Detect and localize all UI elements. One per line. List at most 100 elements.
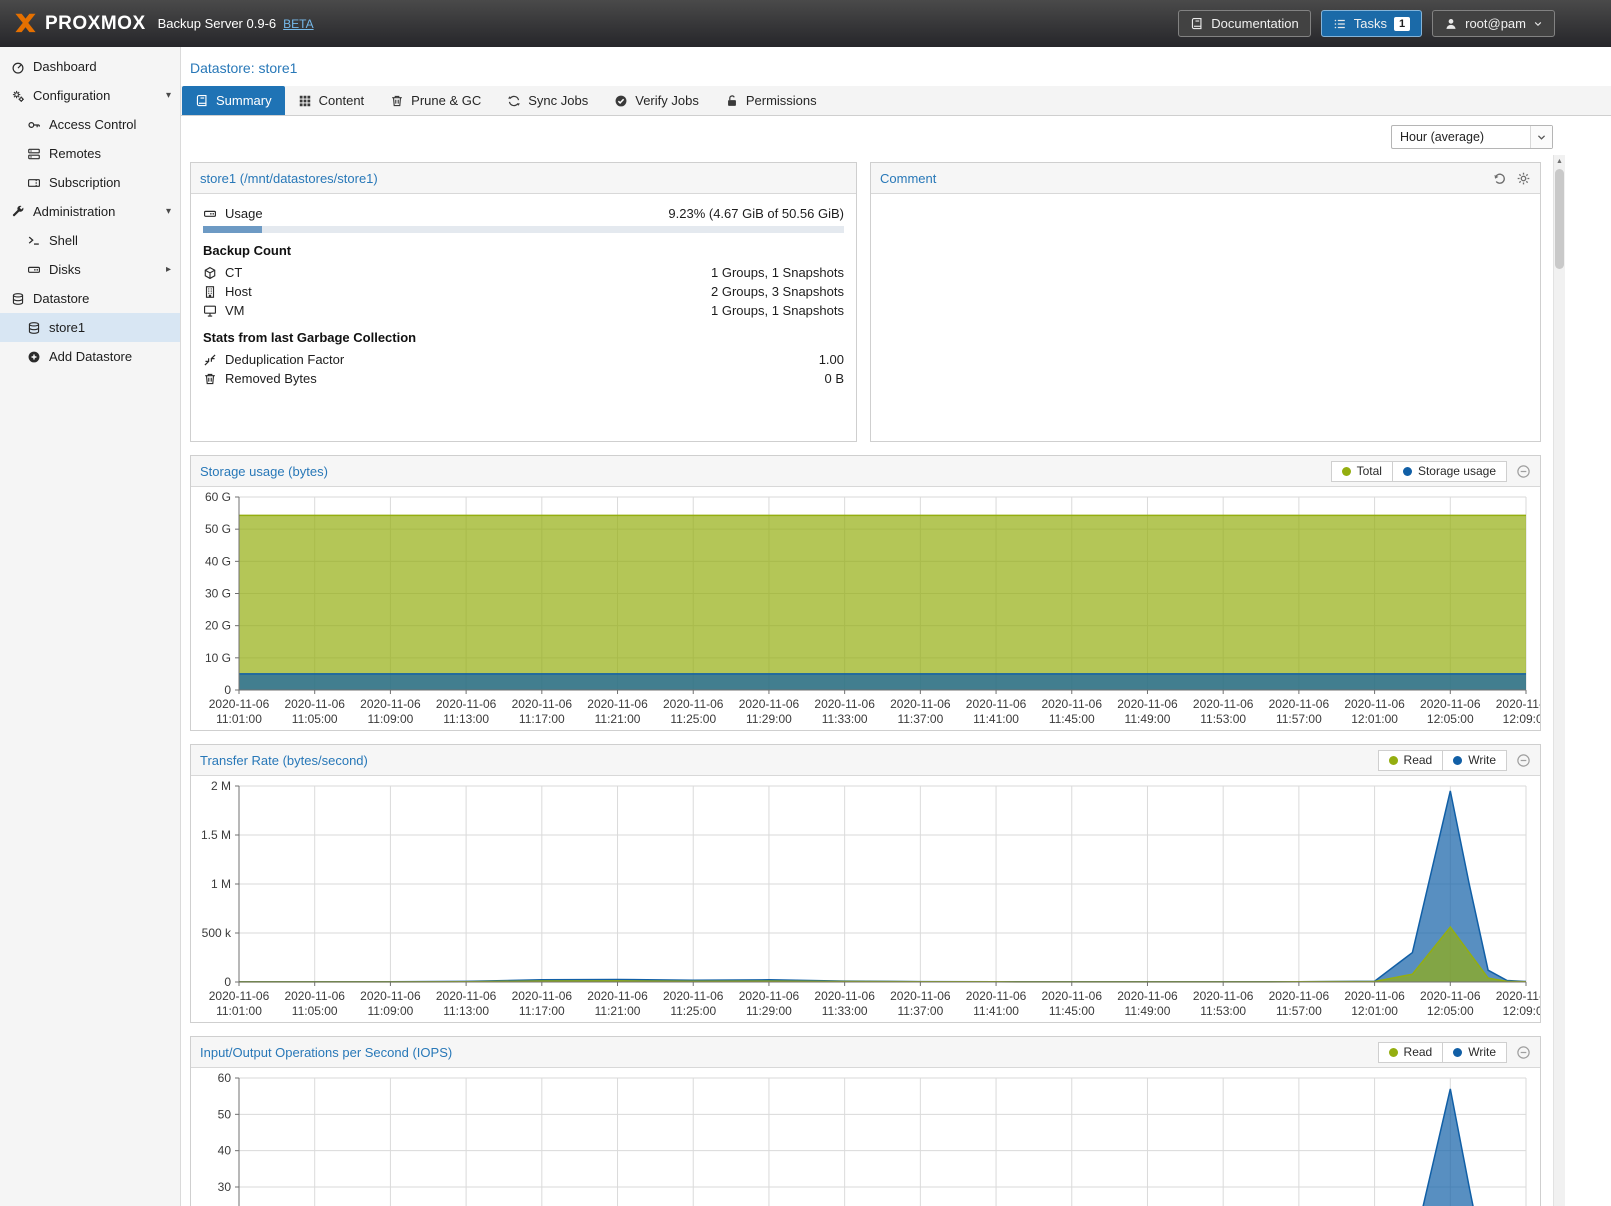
svg-text:2020-11-06: 2020-11-06 [1193,697,1254,711]
cube-icon [203,266,217,280]
legend-dot [1453,1048,1462,1057]
tab-summary[interactable]: Summary [182,86,285,115]
book-icon [195,94,209,108]
panel-header: store1 (/mnt/datastores/store1) [191,163,856,194]
svg-text:11:13:00: 11:13:00 [443,712,489,726]
svg-text:11:33:00: 11:33:00 [822,1004,868,1018]
tab-label: Prune & GC [411,93,481,108]
tab-content[interactable]: Content [285,86,378,115]
expander-down-icon[interactable]: ▾ [166,90,171,101]
collapse-icon[interactable] [1516,464,1531,479]
svg-text:11:25:00: 11:25:00 [670,712,716,726]
legend-label: Write [1468,753,1496,767]
database-icon [27,321,41,335]
svg-text:2020-11-06: 2020-11-06 [1269,697,1330,711]
chart-legend: Read Write [1378,1042,1507,1063]
sidebar-item-label: Access Control [49,117,136,132]
info-row-ct: CT1 Groups, 1 Snapshots [203,263,844,282]
trash-icon [203,372,217,386]
collapse-icon[interactable] [1516,1045,1531,1060]
backup-count-title: Backup Count [203,243,844,258]
legend-item-write[interactable]: Write [1442,750,1507,771]
unlock-icon [725,94,739,108]
svg-text:2020-11-06: 2020-11-06 [966,989,1027,1003]
ticket-icon [27,176,41,190]
info-row-deduplication-factor: Deduplication Factor1.00 [203,350,844,369]
documentation-button[interactable]: Documentation [1178,10,1310,37]
legend-dot [1403,467,1412,476]
scrollbar-thumb[interactable] [1555,169,1564,269]
tab-label: Summary [216,93,272,108]
svg-text:20 G: 20 G [205,619,231,633]
legend-item-write[interactable]: Write [1442,1042,1507,1063]
svg-text:11:29:00: 11:29:00 [746,1004,792,1018]
tab-sync-jobs[interactable]: Sync Jobs [494,86,601,115]
sidebar-item-add-datastore[interactable]: Add Datastore [0,342,180,371]
vertical-scrollbar[interactable]: ▲ [1553,155,1565,1206]
sidebar-item-access-control[interactable]: Access Control [0,110,180,139]
svg-text:10 G: 10 G [205,651,231,665]
expander-down-icon[interactable]: ▾ [166,206,171,217]
legend-item-read[interactable]: Read [1378,750,1444,771]
sidebar-item-label: Remotes [49,146,101,161]
revert-icon[interactable] [1492,171,1507,186]
sidebar-item-configuration[interactable]: Configuration▾ [0,81,180,110]
user-menu-button[interactable]: root@pam [1432,10,1555,37]
svg-text:2020-11-06: 2020-11-06 [1344,697,1405,711]
svg-text:2020-11-06: 2020-11-06 [360,989,421,1003]
svg-text:30: 30 [218,1180,232,1194]
svg-text:2020-11-06: 2020-11-06 [663,989,724,1003]
svg-text:11:09:00: 11:09:00 [367,712,413,726]
svg-text:2020-11-06: 2020-11-06 [1269,989,1330,1003]
info-label: VM [225,303,245,318]
legend-dot [1389,1048,1398,1057]
tab-label: Content [319,93,365,108]
svg-text:2020-11-06: 2020-11-06 [587,989,648,1003]
legend-item-read[interactable]: Read [1378,1042,1444,1063]
tasks-button[interactable]: Tasks 1 [1321,10,1422,37]
trash-icon [390,94,404,108]
sidebar-item-remotes[interactable]: Remotes [0,139,180,168]
check-circle-icon [614,94,628,108]
svg-text:11:53:00: 11:53:00 [1200,712,1246,726]
tab-bar: Summary Content Prune & GC Sync JobsVerify … [181,86,1611,116]
legend-item-storage-usage[interactable]: Storage usage [1392,461,1507,482]
sidebar-item-dashboard[interactable]: Dashboard [0,52,180,81]
comment-body[interactable] [871,194,1540,441]
sidebar-item-disks[interactable]: Disks▸ [0,255,180,284]
tab-verify-jobs[interactable]: Verify Jobs [601,86,712,115]
toolbar: Hour (average) [181,116,1611,158]
info-label: Host [225,284,252,299]
server-list-icon [27,147,41,161]
comment-panel: Comment [870,162,1541,442]
legend-item-total[interactable]: Total [1331,461,1393,482]
beta-link[interactable]: BETA [283,17,313,31]
expander-right-icon[interactable]: ▸ [166,264,171,275]
svg-text:40: 40 [218,1144,232,1158]
svg-text:12:01:00: 12:01:00 [1351,712,1398,726]
svg-text:11:01:00: 11:01:00 [216,712,262,726]
combo-trigger[interactable] [1530,126,1552,148]
timeframe-select[interactable]: Hour (average) [1391,125,1553,149]
main-area: Datastore: store1 SummaryContentPrune & … [181,47,1611,1206]
svg-text:11:57:00: 11:57:00 [1276,712,1322,726]
sidebar-item-administration[interactable]: Administration▾ [0,197,180,226]
usage-label: Usage [225,206,263,221]
sidebar-item-datastore[interactable]: Datastore [0,284,180,313]
scroll-up-button[interactable]: ▲ [1554,155,1565,168]
chart-canvas: 0500 k1 M1.5 M2 M2020-11-0611:01:002020-… [191,776,1540,1022]
backup-count-rows: CT1 Groups, 1 SnapshotsHost2 Groups, 3 S… [203,263,844,320]
collapse-icon[interactable] [1516,753,1531,768]
gc-stats-title: Stats from last Garbage Collection [203,330,844,345]
sidebar-item-label: Shell [49,233,78,248]
tab-permissions[interactable]: Permissions [712,86,830,115]
gear-icon[interactable] [1516,171,1531,186]
svg-text:2020-11-06: 2020-11-06 [512,697,573,711]
transfer-rate-chart: 0500 k1 M1.5 M2 M2020-11-0611:01:002020-… [191,776,1540,1022]
sidebar-item-subscription[interactable]: Subscription [0,168,180,197]
svg-text:2020-11-06: 2020-11-06 [360,697,421,711]
tab-prune-gc[interactable]: Prune & GC [377,86,494,115]
sidebar-item-shell[interactable]: Shell [0,226,180,255]
legend-label: Read [1404,1045,1433,1059]
sidebar-item-store1[interactable]: store1 [0,313,180,342]
